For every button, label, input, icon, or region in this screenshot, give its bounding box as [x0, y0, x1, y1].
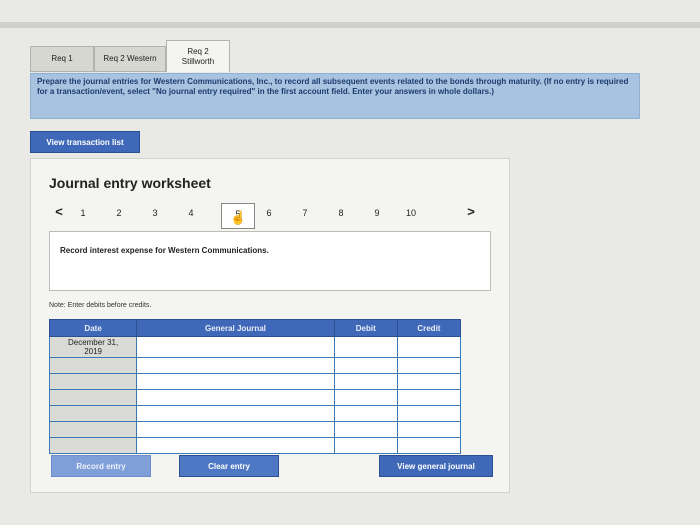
page-3[interactable]: 3 — [145, 208, 165, 218]
debit-input[interactable] — [333, 405, 398, 422]
page-10[interactable]: 10 — [401, 208, 421, 218]
page-1[interactable]: 1 — [73, 208, 93, 218]
credit-input[interactable] — [396, 437, 462, 454]
header-date: Date — [48, 319, 138, 337]
journal-entry-worksheet: Journal entry worksheet < 1 2 3 4 5 ☝ 6 7… — [30, 158, 510, 493]
account-input[interactable] — [136, 389, 335, 406]
clear-entry-button[interactable]: Clear entry — [179, 455, 279, 477]
tab-req-2-stillworth-label: Req 2 Stillworth — [181, 46, 215, 66]
tab-req-1[interactable]: Req 1 — [30, 46, 94, 72]
header-general-journal: General Journal — [136, 319, 335, 337]
table-row — [48, 389, 462, 406]
date-cell: December 31, 2019 — [48, 336, 138, 358]
page-8[interactable]: 8 — [331, 208, 351, 218]
table-row: December 31, 2019 — [48, 336, 462, 358]
credit-input[interactable] — [396, 373, 462, 390]
date-cell — [48, 373, 138, 390]
account-input[interactable] — [136, 373, 335, 390]
header-debit: Debit — [333, 319, 398, 337]
page-4[interactable]: 4 — [181, 208, 201, 218]
debit-input[interactable] — [333, 421, 398, 438]
debit-input[interactable] — [333, 437, 398, 454]
tab-req-1-label: Req 1 — [51, 54, 73, 63]
debit-input[interactable] — [333, 373, 398, 390]
page-9[interactable]: 9 — [367, 208, 387, 218]
prev-page-button[interactable]: < — [49, 204, 69, 219]
page-7[interactable]: 7 — [295, 208, 315, 218]
account-input[interactable] — [136, 437, 335, 454]
view-transaction-list-button[interactable]: View transaction list — [30, 131, 140, 153]
transaction-pager: < 1 2 3 4 5 ☝ 6 7 8 9 10 > — [49, 203, 489, 229]
worksheet-title: Journal entry worksheet — [49, 175, 211, 191]
next-page-button[interactable]: > — [461, 204, 481, 219]
hand-cursor-icon: ☝ — [230, 210, 247, 225]
account-input[interactable] — [136, 357, 335, 374]
date-cell — [48, 437, 138, 454]
table-row — [48, 405, 462, 422]
debit-input[interactable] — [333, 357, 398, 374]
record-entry-button[interactable]: Record entry — [51, 455, 151, 477]
tab-req-2-western[interactable]: Req 2 Western — [94, 46, 166, 72]
view-general-journal-button[interactable]: View general journal — [379, 455, 493, 477]
transaction-description: Record interest expense for Western Comm… — [49, 231, 491, 291]
date-cell — [48, 405, 138, 422]
account-input[interactable] — [136, 336, 335, 358]
header-credit: Credit — [396, 319, 462, 337]
page-6[interactable]: 6 — [259, 208, 279, 218]
table-row — [48, 437, 462, 454]
date-cell — [48, 389, 138, 406]
date-cell — [48, 357, 138, 374]
page-5-current[interactable]: 5 ☝ — [221, 203, 255, 229]
credit-input[interactable] — [396, 405, 462, 422]
credit-input[interactable] — [396, 336, 462, 358]
date-cell — [48, 421, 138, 438]
tab-req-2-western-label: Req 2 Western — [103, 54, 157, 63]
page-2[interactable]: 2 — [109, 208, 129, 218]
instructions-banner: Prepare the journal entries for Western … — [30, 73, 640, 119]
account-input[interactable] — [136, 405, 335, 422]
credit-input[interactable] — [396, 389, 462, 406]
account-input[interactable] — [136, 421, 335, 438]
credit-input[interactable] — [396, 421, 462, 438]
table-row — [48, 421, 462, 438]
credit-input[interactable] — [396, 357, 462, 374]
debit-input[interactable] — [333, 336, 398, 358]
debit-credit-note: Note: Enter debits before credits. — [49, 302, 152, 309]
tab-req-2-stillworth[interactable]: Req 2 Stillworth — [166, 40, 230, 72]
debit-input[interactable] — [333, 389, 398, 406]
table-row — [48, 373, 462, 390]
top-divider — [0, 22, 700, 28]
table-row — [48, 357, 462, 374]
journal-entry-table: Date General Journal Debit Credit Decemb… — [48, 319, 462, 454]
